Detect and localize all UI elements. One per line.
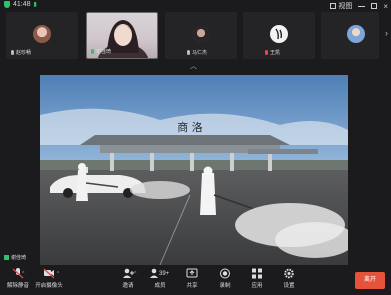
members-icon: 39+ [149, 268, 171, 279]
participant-tile[interactable]: 王凯 [243, 12, 315, 59]
close-icon[interactable]: × [383, 2, 388, 10]
avatar [192, 25, 210, 43]
shared-screen: 商 洛 [40, 75, 348, 265]
view-button[interactable]: 视图 [330, 1, 352, 11]
security-shield-icon[interactable] [4, 1, 10, 8]
members-button[interactable]: 39+ 成员 [145, 268, 175, 289]
maximize-icon[interactable] [371, 3, 378, 9]
bottom-toolbar: 解除静音 ^ 开启摄像头 ^ 邀请 ^ 39+ 成员 共享 录制 应用 设置 [0, 266, 391, 295]
participant-strip: 赵珍畅 谢佳琦 马仁杰 王凯 › [0, 12, 391, 60]
record-button[interactable]: 录制 [210, 268, 240, 289]
start-video-button[interactable]: 开启摄像头 [34, 268, 64, 289]
avatar [347, 25, 365, 43]
chevron-up-icon[interactable]: ^ [57, 271, 59, 277]
calligraphy-avatar-image [275, 28, 283, 40]
participant-label: 马仁杰 [187, 49, 207, 56]
record-icon [219, 268, 231, 279]
participant-label: 王凯 [265, 49, 280, 56]
meeting-timer: 41:48 [13, 1, 31, 8]
mic-muted-icon [265, 50, 268, 55]
apps-button[interactable]: 应用 [242, 268, 272, 289]
share-button[interactable]: 共享 [177, 268, 207, 289]
leave-button[interactable]: 离开 [355, 272, 385, 289]
participant-tile[interactable]: 赵珍畅 [6, 12, 78, 59]
chevron-up-icon[interactable]: ︿ [190, 61, 197, 71]
participant-tile[interactable] [321, 12, 379, 59]
participant-tile[interactable]: 谢佳琦 [86, 12, 158, 59]
minimize-icon[interactable] [358, 5, 366, 7]
mic-icon [91, 49, 94, 54]
chevron-up-icon[interactable]: ^ [134, 271, 136, 277]
shared-screen-image: 商 洛 [40, 75, 348, 265]
signal-icon: ▮ [33, 2, 37, 8]
participant-label: 谢佳琦 [91, 48, 111, 55]
mic-icon [187, 50, 190, 55]
chevron-right-icon[interactable]: › [385, 28, 388, 38]
invite-button[interactable]: 邀请 [113, 268, 143, 289]
grid-view-icon [330, 3, 337, 9]
settings-button[interactable]: 设置 [274, 268, 304, 289]
share-screen-icon [186, 268, 198, 279]
participant-label: 赵珍畅 [11, 49, 31, 56]
unmute-button[interactable]: 解除静音 [2, 268, 34, 289]
avatar [33, 25, 51, 43]
participant-tile[interactable]: 马仁杰 [165, 12, 237, 59]
presenter-icon [4, 255, 9, 260]
svg-text:39+: 39+ [159, 271, 170, 277]
camera-off-icon [43, 268, 55, 279]
invite-person-icon [122, 268, 134, 279]
avatar [270, 25, 288, 43]
status-bar: 41:48 ▮ 视图 × [0, 0, 391, 11]
chevron-up-icon[interactable]: ^ [22, 271, 24, 277]
presenter-label: 谢佳琦 [4, 254, 26, 261]
mic-icon [11, 50, 14, 55]
gear-icon [283, 268, 295, 279]
toll-sign-text: 商 洛 [177, 120, 203, 134]
apps-grid-icon [251, 268, 263, 279]
